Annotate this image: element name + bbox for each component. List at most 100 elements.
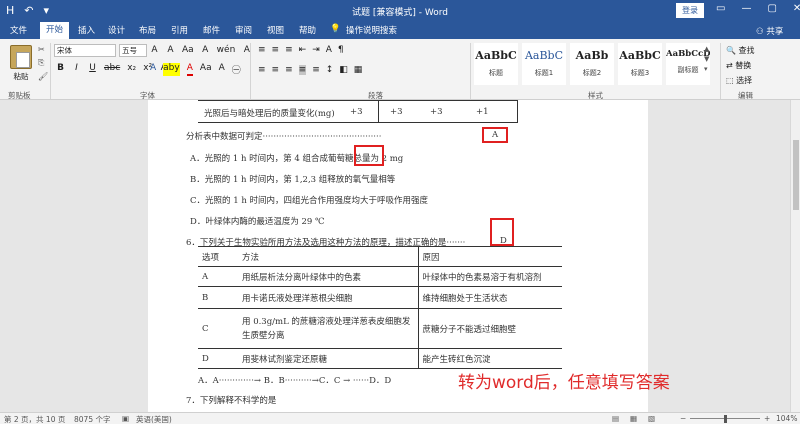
word-count[interactable]: 8075 个字	[74, 414, 110, 424]
tab-design[interactable]: 设计	[108, 24, 125, 36]
close-icon[interactable]: ✕	[793, 3, 800, 14]
table-cell: 用 0.3g/mL 的蔗糖溶液处理洋葱表皮细胞发生质壁分离	[238, 308, 419, 349]
option-c: C．光照的 1 h 时间内，四组光合作用强度均大于呼吸作用强度	[190, 196, 428, 206]
tab-layout[interactable]: 布局	[139, 24, 156, 36]
font-color-icon[interactable]: A	[186, 63, 193, 76]
paste-button[interactable]: 粘贴	[6, 45, 36, 82]
option-b: B．光照的 1 h 时间内，第 1,2,3 组释放的氧气量相等	[190, 175, 396, 185]
scrollbar-thumb[interactable]	[793, 140, 799, 210]
minimize-icon[interactable]: —	[741, 3, 751, 14]
replace-button[interactable]: ⇄ 替换	[726, 60, 755, 71]
scroll-down-icon[interactable]: ▼	[704, 55, 709, 63]
zoom-level[interactable]: 104%	[776, 414, 797, 423]
tab-home[interactable]: 开始	[40, 22, 70, 39]
print-layout-icon[interactable]: ▦	[630, 414, 637, 423]
read-mode-icon[interactable]: ▤	[612, 414, 619, 423]
tab-help[interactable]: 帮助	[299, 24, 316, 36]
share-label: 共享	[766, 27, 784, 37]
table-cell: 叶绿体中的色素易溶于有机溶剂	[418, 266, 562, 287]
highlight-icon[interactable]: aby	[163, 63, 180, 76]
italic-button[interactable]: I	[72, 63, 81, 73]
char-shading-icon[interactable]: A	[219, 63, 225, 76]
find-button[interactable]: 🔍 查找	[726, 45, 755, 56]
ribbon-display-icon[interactable]: ▭	[716, 3, 725, 14]
line-spacing-icon[interactable]: ↕	[326, 65, 334, 75]
table-row: C 用 0.3g/mL 的蔗糖溶液处理洋葱表皮细胞发生质壁分离 蔗糖分子不能透过…	[198, 308, 562, 349]
table-cell: 蔗糖分子不能透过细胞壁	[418, 308, 562, 349]
table-cell: 用斐林试剂鉴定还原糖	[238, 348, 419, 369]
style-heading1[interactable]: AaBbC 标题1	[522, 43, 566, 85]
document-page[interactable]: 光照后与暗处理后的质量变化(mg) +3 +3 +3 +1 分析表中数据可判定·…	[148, 100, 648, 412]
tab-insert[interactable]: 插入	[78, 24, 95, 36]
ribbon-home: 粘贴 ✂ ⎘ 🖌 剪贴板 宋体 五号 A A Aa A wén A B I U …	[0, 39, 800, 100]
zoom-out-icon[interactable]: −	[680, 414, 686, 423]
style-heading2[interactable]: AaBb 标题2	[570, 43, 614, 85]
tab-file[interactable]: 文件	[10, 24, 27, 36]
cut-icon[interactable]: ✂	[38, 45, 48, 54]
decrease-indent-icon[interactable]: ⇤	[299, 45, 307, 55]
font-name-select[interactable]: 宋体	[54, 44, 116, 57]
text-effects-icon[interactable]: A	[150, 63, 156, 76]
copy-icon[interactable]: ⎘	[38, 58, 48, 68]
status-bar: 第 2 页，共 10 页 8075 个字 ▣ 英语(美国) ▤ ▦ ▧ − + …	[0, 412, 800, 424]
clear-format-icon[interactable]: A	[201, 45, 210, 55]
page-count[interactable]: 第 2 页，共 10 页	[4, 414, 65, 424]
zoom-in-icon[interactable]: +	[764, 414, 770, 423]
bullets-icon[interactable]: ≡	[258, 45, 266, 55]
grow-font-icon[interactable]: A	[150, 45, 159, 55]
change-case-icon[interactable]: Aa	[182, 45, 194, 55]
chinese-layout-icon[interactable]: A	[326, 45, 332, 55]
tab-view[interactable]: 视图	[267, 24, 284, 36]
tab-mailings[interactable]: 邮件	[203, 24, 220, 36]
web-layout-icon[interactable]: ▧	[648, 414, 655, 423]
zoom-slider-thumb[interactable]	[724, 415, 727, 423]
distributed-icon[interactable]: ≡	[312, 65, 320, 75]
style-title[interactable]: AaBbC 标题	[474, 43, 518, 85]
find-label: 查找	[738, 46, 755, 55]
table-border	[378, 100, 379, 122]
aa-icon[interactable]: Aa	[200, 63, 212, 76]
strikethrough-button[interactable]: abc	[104, 63, 120, 73]
font-row3: A aby A Aa A ㊀	[150, 63, 241, 76]
show-marks-icon[interactable]: ¶	[338, 45, 344, 55]
numbering-icon[interactable]: ≡	[272, 45, 280, 55]
increase-indent-icon[interactable]: ⇥	[312, 45, 320, 55]
tab-references[interactable]: 引用	[171, 24, 188, 36]
format-painter-icon[interactable]: 🖌	[38, 72, 48, 81]
align-right-icon[interactable]: ≡	[285, 65, 293, 75]
multilevel-icon[interactable]: ≡	[285, 45, 293, 55]
vertical-scrollbar[interactable]	[790, 100, 800, 412]
table-cell: B	[198, 286, 238, 309]
style-name: 标题	[489, 69, 503, 77]
login-button[interactable]: 登录	[676, 3, 704, 18]
table-row: A 用纸层析法分离叶绿体中的色素 叶绿体中的色素易溶于有机溶剂	[198, 266, 562, 287]
table-cell: 能产生砖红色沉淀	[418, 348, 562, 369]
align-left-icon[interactable]: ≡	[258, 65, 266, 75]
language[interactable]: 英语(美国)	[136, 414, 172, 424]
table-cell: 用纸层析法分离叶绿体中的色素	[238, 266, 419, 287]
maximize-icon[interactable]: ▢	[767, 3, 776, 14]
underline-button[interactable]: U	[88, 63, 97, 73]
tab-review[interactable]: 审阅	[235, 24, 252, 36]
justify-icon[interactable]: ≡	[298, 65, 307, 75]
shading-icon[interactable]: ◧	[339, 65, 348, 75]
bold-button[interactable]: B	[56, 63, 65, 73]
share-button[interactable]: ⚇ 共享	[756, 25, 783, 37]
subscript-button[interactable]: x₂	[127, 63, 136, 73]
scroll-up-icon[interactable]: ▲	[704, 45, 709, 53]
select-button[interactable]: ⬚ 选择	[726, 75, 755, 86]
align-center-icon[interactable]: ≡	[272, 65, 280, 75]
borders-icon[interactable]: ▦	[354, 65, 363, 75]
tell-me-search[interactable]: 操作说明搜索	[346, 24, 397, 36]
answer-highlight-box	[482, 127, 508, 143]
styles-scroll: ▲ ▼ ▾	[704, 45, 709, 73]
more-styles-icon[interactable]: ▾	[704, 65, 709, 73]
font-size-select[interactable]: 五号	[119, 44, 147, 57]
shrink-font-icon[interactable]: A	[166, 45, 175, 55]
clipboard-icon	[10, 45, 32, 69]
proofing-icon[interactable]: ▣	[122, 414, 129, 423]
phonetic-guide-icon[interactable]: wén	[217, 45, 236, 55]
enclose-char-icon[interactable]: ㊀	[232, 63, 241, 76]
style-heading3[interactable]: AaBbC 标题3	[618, 43, 662, 85]
replace-label: 替换	[735, 61, 752, 70]
